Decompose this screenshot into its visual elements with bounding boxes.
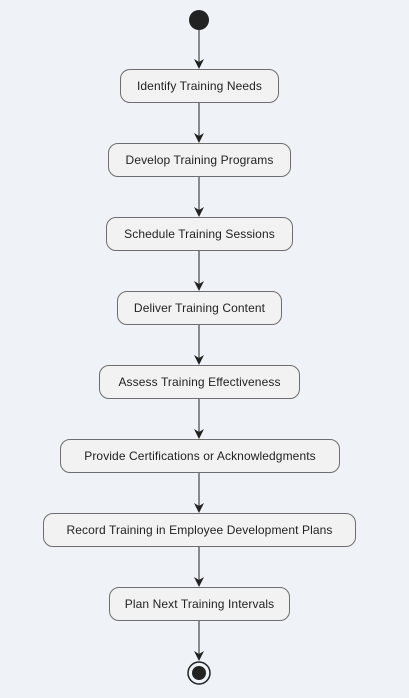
activity-label: Identify Training Needs (136, 79, 263, 93)
activity-plan-next-training-intervals: Plan Next Training Intervals (109, 587, 290, 621)
activity-label: Schedule Training Sessions (124, 227, 275, 241)
activity-provide-certifications: Provide Certifications or Acknowledgment… (60, 439, 340, 473)
activity-label: Assess Training Effectiveness (118, 375, 281, 389)
activity-label: Provide Certifications or Acknowledgment… (84, 449, 316, 463)
activity-record-training: Record Training in Employee Development … (43, 513, 356, 547)
end-node (187, 661, 211, 685)
activity-label: Deliver Training Content (133, 301, 266, 315)
activity-label: Plan Next Training Intervals (124, 597, 275, 611)
activity-label: Record Training in Employee Development … (66, 523, 333, 537)
activity-label: Develop Training Programs (125, 153, 274, 167)
activity-identify-training-needs: Identify Training Needs (120, 69, 279, 103)
activity-deliver-training-content: Deliver Training Content (117, 291, 282, 325)
activity-develop-training-programs: Develop Training Programs (108, 143, 291, 177)
activity-assess-training-effectiveness: Assess Training Effectiveness (99, 365, 300, 399)
activity-diagram: Identify Training Needs Develop Training… (0, 0, 409, 698)
start-node (189, 10, 209, 30)
activity-schedule-training-sessions: Schedule Training Sessions (106, 217, 293, 251)
